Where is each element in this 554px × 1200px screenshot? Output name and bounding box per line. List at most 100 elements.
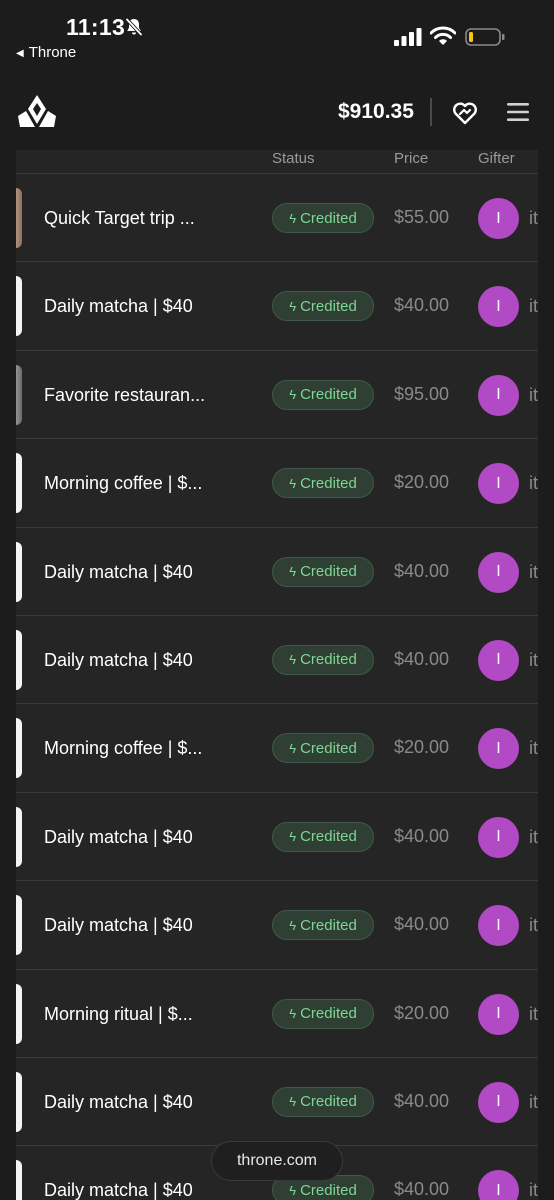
status-badge: ϟ Credited bbox=[272, 733, 374, 764]
gift-price: $95.00 bbox=[394, 383, 450, 404]
gifter-avatar: I bbox=[478, 286, 519, 328]
wallet-balance[interactable]: $910.35 bbox=[338, 100, 414, 124]
back-to-app-link[interactable]: ◀ Throne bbox=[16, 44, 76, 61]
table-row[interactable]: Quick Target trip ... ϟ Credited $55.00 I… bbox=[16, 174, 538, 263]
gift-heart-icon[interactable] bbox=[452, 100, 478, 126]
gifter-avatar: I bbox=[478, 374, 519, 416]
status-badge: ϟ Credited bbox=[272, 379, 374, 410]
table-row[interactable]: Daily matcha | $40 ϟ Credited $40.00 I it bbox=[16, 528, 538, 616]
header-divider bbox=[430, 98, 432, 126]
status-label: Credited bbox=[300, 563, 357, 581]
gift-name: Morning coffee | $... bbox=[44, 738, 203, 759]
table-row[interactable]: Morning ritual | $... ϟ Credited $20.00 I… bbox=[16, 970, 538, 1058]
lightning-icon: ϟ bbox=[289, 652, 297, 668]
status-badge: ϟ Credited bbox=[272, 998, 374, 1029]
gifter-name: it bbox=[529, 826, 538, 847]
gift-price: $20.00 bbox=[394, 737, 450, 758]
status-label: Credited bbox=[300, 297, 357, 315]
gift-name: Daily matcha | $40 bbox=[44, 561, 193, 582]
lightning-icon: ϟ bbox=[289, 210, 297, 226]
gift-thumbnail bbox=[16, 364, 22, 425]
wifi-icon bbox=[430, 26, 456, 45]
table-row[interactable]: Daily matcha | $40 ϟ Credited $40.00 I it bbox=[16, 881, 538, 970]
column-header-price: Price bbox=[394, 150, 429, 167]
status-label: Credited bbox=[300, 474, 357, 492]
table-row[interactable]: Daily matcha | $40 ϟ Credited $40.00 I it bbox=[16, 1058, 538, 1147]
gift-thumbnail bbox=[16, 1160, 22, 1200]
lightning-icon: ϟ bbox=[289, 740, 297, 756]
gift-price: $40.00 bbox=[394, 1179, 450, 1200]
lightning-icon: ϟ bbox=[289, 298, 297, 314]
table-row[interactable]: Morning coffee | $... ϟ Credited $20.00 I… bbox=[16, 704, 538, 793]
gift-thumbnail bbox=[16, 1071, 22, 1132]
gift-thumbnail bbox=[16, 718, 22, 779]
hamburger-menu-icon[interactable] bbox=[507, 102, 529, 122]
gifter-avatar: I bbox=[478, 463, 519, 505]
status-label: Credited bbox=[300, 1093, 357, 1111]
gift-price: $40.00 bbox=[394, 295, 450, 316]
lightning-icon: ϟ bbox=[289, 1182, 297, 1198]
gifter-name: it bbox=[529, 1180, 538, 1200]
gifter-avatar: I bbox=[478, 816, 519, 858]
bell-slash-icon bbox=[125, 17, 143, 37]
gift-thumbnail bbox=[16, 276, 22, 337]
gifter-avatar: I bbox=[478, 1081, 519, 1123]
throne-logo[interactable] bbox=[17, 94, 57, 130]
table-row[interactable]: Favorite restauran... ϟ Credited $95.00 I… bbox=[16, 351, 538, 440]
gift-thumbnail bbox=[16, 806, 22, 867]
gifter-name: it bbox=[529, 208, 538, 228]
gift-price: $40.00 bbox=[394, 560, 450, 581]
gift-name: Daily matcha | $40 bbox=[44, 296, 193, 317]
table-row[interactable]: Daily matcha | $40 ϟ Credited $40.00 I it bbox=[16, 616, 538, 705]
gift-name: Morning coffee | $... bbox=[44, 473, 203, 494]
status-label: Credited bbox=[300, 739, 357, 757]
status-badge: ϟ Credited bbox=[272, 644, 374, 675]
gift-price: $40.00 bbox=[394, 914, 450, 935]
gift-thumbnail bbox=[16, 895, 22, 956]
battery-low-icon bbox=[465, 28, 505, 46]
table-row[interactable]: Daily matcha | $40 ϟ Credited $40.00 I it bbox=[16, 262, 538, 351]
signal-icon bbox=[394, 28, 422, 46]
gift-price: $20.00 bbox=[394, 1002, 450, 1023]
status-label: Credited bbox=[300, 209, 357, 227]
status-label: Credited bbox=[300, 1005, 357, 1023]
status-badge: ϟ Credited bbox=[272, 203, 374, 233]
status-bar: 11:13 ◀ Throne bbox=[0, 0, 554, 72]
app-header: $910.35 bbox=[0, 72, 554, 150]
gifter-avatar: I bbox=[478, 905, 519, 947]
status-time: 11:13 bbox=[66, 14, 126, 40]
status-badge: ϟ Credited bbox=[272, 291, 374, 322]
status-badge: ϟ Credited bbox=[272, 910, 374, 941]
gift-thumbnail bbox=[16, 983, 22, 1044]
status-label: Credited bbox=[300, 386, 357, 404]
gift-thumbnail bbox=[16, 453, 22, 514]
lightning-icon: ϟ bbox=[289, 1006, 297, 1022]
lightning-icon: ϟ bbox=[289, 829, 297, 845]
gifter-name: it bbox=[529, 296, 538, 317]
gift-price: $40.00 bbox=[394, 648, 450, 669]
gift-name: Daily matcha | $40 bbox=[44, 1091, 193, 1112]
gifts-table: Status Price Gifter Quick Target trip ..… bbox=[16, 150, 538, 1200]
lightning-icon: ϟ bbox=[289, 917, 297, 933]
gifter-avatar: I bbox=[478, 639, 519, 681]
gifter-name: it bbox=[529, 915, 538, 936]
url-bar-pill[interactable]: throne.com bbox=[211, 1141, 343, 1181]
gifter-name: it bbox=[529, 1091, 538, 1112]
column-header-status: Status bbox=[272, 150, 315, 167]
back-arrow-icon: ◀ bbox=[16, 48, 24, 59]
table-row[interactable]: Morning coffee | $... ϟ Credited $20.00 I… bbox=[16, 439, 538, 528]
gift-price: $40.00 bbox=[394, 1090, 450, 1111]
gifter-avatar: I bbox=[478, 993, 519, 1035]
gift-name: Favorite restauran... bbox=[44, 384, 206, 405]
status-label: Credited bbox=[300, 1181, 357, 1199]
table-row[interactable]: Daily matcha | $40 ϟ Credited $40.00 I it bbox=[16, 793, 538, 882]
status-label: Credited bbox=[300, 916, 357, 934]
column-header-gifter: Gifter bbox=[478, 150, 515, 167]
gift-price: $55.00 bbox=[394, 207, 450, 227]
gifter-name: it bbox=[529, 561, 538, 582]
table-header: Status Price Gifter bbox=[16, 150, 538, 174]
gift-name: Daily matcha | $40 bbox=[44, 826, 193, 847]
status-label: Credited bbox=[300, 651, 357, 669]
gift-name: Daily matcha | $40 bbox=[44, 915, 193, 936]
gifter-name: it bbox=[529, 384, 538, 405]
